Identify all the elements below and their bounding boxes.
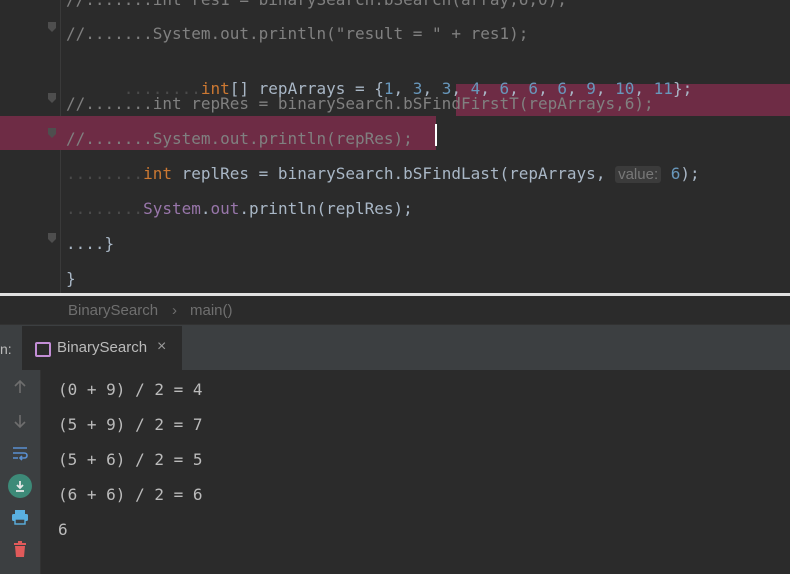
code-line[interactable]: //.......int res1 = binarySearch.bSearch… [0,0,790,17]
soft-wrap-icon[interactable] [9,442,31,464]
breadcrumb: BinarySearch › main() [0,296,790,324]
code-line[interactable]: //.......System.out.println("result = " … [0,17,790,51]
line-text: //.......System.out.println("result = " … [66,24,529,43]
tab-label: BinarySearch [57,339,148,356]
line-text: ........int replRes = binarySearch.bSFin… [66,164,700,183]
line-text: ........System.out.println(replRes); [66,199,413,218]
line-text: //.......int repRes = binarySearch.bSFin… [66,94,654,113]
code-line[interactable]: //.......System.out.println(repRes); [0,122,790,156]
text-caret [435,124,437,146]
print-icon[interactable] [9,506,31,528]
breadcrumb-class[interactable]: BinarySearch [68,302,158,319]
code-line[interactable]: } [0,262,790,293]
code-editor[interactable]: //.......int res1 = binarySearch.bSearch… [0,0,790,293]
breadcrumb-method[interactable]: main() [190,302,233,319]
run-config-icon [35,342,51,357]
code-line[interactable]: //.......int repRes = binarySearch.bSFin… [0,87,790,121]
console-toolbar [0,370,41,574]
console-line: 6 [58,520,68,539]
trash-icon[interactable] [9,538,31,560]
line-text: } [66,269,76,288]
down-arrow-icon[interactable] [9,410,31,432]
line-text: ....} [66,234,115,253]
breadcrumb-separator: › [172,302,177,319]
console-line: (5 + 9) / 2 = 7 [58,415,203,434]
run-tool-window-header: n: BinarySearch × [0,324,790,373]
code-line[interactable]: ....} [0,227,790,261]
code-line[interactable]: ........int[] repArrays = {1, 3, 3, 4, 6… [0,52,790,98]
close-icon[interactable]: × [157,338,166,356]
line-text: //.......System.out.println(repRes); [66,129,413,148]
tab-binarysearch[interactable]: BinarySearch × [22,326,182,373]
parameter-hint: value: [615,166,662,183]
code-line[interactable]: ........System.out.println(replRes); [0,192,790,226]
code-line[interactable]: ........int replRes = binarySearch.bSFin… [0,157,790,191]
line-text: //.......int res1 = binarySearch.bSearch… [66,0,567,10]
console-line: (0 + 9) / 2 = 4 [58,380,203,399]
console-line: (6 + 6) / 2 = 6 [58,485,203,504]
up-arrow-icon[interactable] [9,376,31,398]
console-line: (5 + 6) / 2 = 5 [58,450,203,469]
scroll-to-end-icon[interactable] [8,474,32,498]
console-panel: (0 + 9) / 2 = 4 (5 + 9) / 2 = 7 (5 + 6) … [0,370,790,574]
run-label: n: [0,341,12,357]
